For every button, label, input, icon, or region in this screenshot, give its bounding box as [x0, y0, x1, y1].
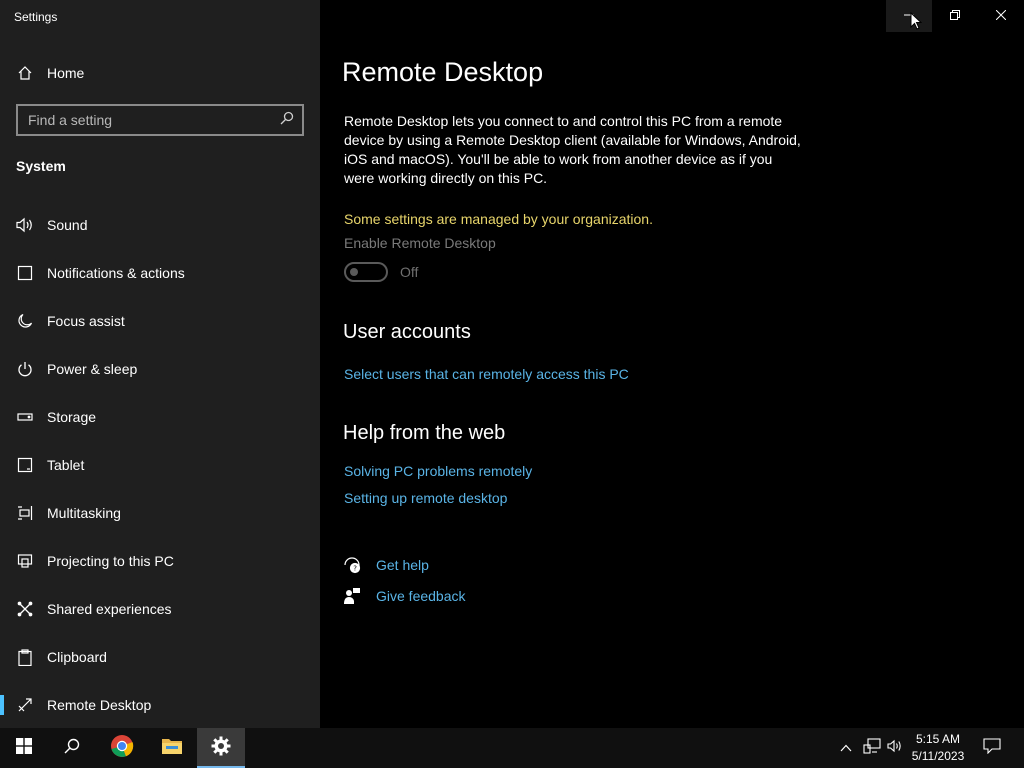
search-box[interactable]	[16, 104, 304, 136]
enable-remote-desktop-toggle[interactable]	[344, 262, 388, 282]
shared-experiences-icon	[16, 600, 34, 618]
chrome-icon	[110, 734, 134, 763]
show-hidden-icons-button[interactable]	[836, 728, 856, 768]
main-content: Remote Desktop Remote Desktop lets you c…	[320, 0, 1024, 728]
minimize-button[interactable]	[886, 0, 932, 32]
mouse-cursor-icon	[910, 11, 923, 35]
sidebar-item-label: Multitasking	[47, 505, 121, 521]
page-title: Remote Desktop	[342, 57, 544, 87]
restore-icon	[950, 7, 960, 25]
get-help-link[interactable]: ? Get help	[342, 555, 429, 575]
sidebar-item-label: Shared experiences	[47, 601, 172, 617]
toggle-state-label: Off	[400, 264, 419, 280]
sidebar: Settings Home System Sound	[0, 0, 320, 728]
sidebar-item-label: Clipboard	[47, 649, 107, 665]
nav-home-label: Home	[47, 65, 85, 81]
clock-date: 5/11/2023	[911, 749, 965, 763]
restore-button[interactable]	[932, 0, 978, 32]
managed-notice: Some settings are managed by your organi…	[344, 211, 653, 227]
clipboard-icon	[16, 648, 34, 666]
clock-time: 5:15 AM	[915, 732, 961, 746]
chevron-up-icon	[840, 739, 852, 757]
start-button[interactable]	[0, 728, 48, 768]
close-icon	[995, 7, 1007, 25]
taskbar-search-button[interactable]	[48, 728, 96, 768]
notification-icon	[983, 737, 1001, 759]
remote-desktop-icon	[16, 696, 34, 714]
file-explorer-taskbar-button[interactable]	[148, 728, 196, 768]
network-icon	[863, 737, 881, 759]
notification-icon	[16, 264, 34, 282]
select-users-link[interactable]: Select users that can remotely access th…	[344, 366, 629, 382]
chrome-taskbar-button[interactable]	[98, 728, 146, 768]
settings-window: Settings Home System Sound	[0, 0, 1024, 728]
sidebar-item-label: Notifications & actions	[47, 265, 185, 281]
sidebar-item-notifications[interactable]: Notifications & actions	[0, 249, 320, 297]
folder-icon	[161, 737, 183, 760]
home-icon	[16, 64, 34, 82]
sidebar-item-multitasking[interactable]: Multitasking	[0, 489, 320, 537]
setting-up-remote-desktop-link[interactable]: Setting up remote desktop	[344, 490, 507, 506]
sidebar-item-label: Power & sleep	[47, 361, 138, 377]
solving-pc-problems-link[interactable]: Solving PC problems remotely	[344, 463, 532, 479]
sidebar-item-focus-assist[interactable]: Focus assist	[0, 297, 320, 345]
get-help-icon: ?	[342, 555, 362, 575]
nav-list: Sound Notifications & actions Focus assi…	[0, 201, 320, 729]
sidebar-item-label: Focus assist	[47, 313, 125, 329]
search-icon[interactable]	[280, 111, 294, 130]
search-input[interactable]	[28, 112, 280, 128]
sidebar-item-shared-experiences[interactable]: Shared experiences	[0, 585, 320, 633]
moon-icon	[16, 312, 34, 330]
user-accounts-heading: User accounts	[343, 321, 471, 343]
nav-home[interactable]: Home	[16, 62, 84, 84]
sidebar-item-storage[interactable]: Storage	[0, 393, 320, 441]
sidebar-item-projecting[interactable]: Projecting to this PC	[0, 537, 320, 585]
caption-buttons	[886, 0, 1024, 32]
give-feedback-link[interactable]: Give feedback	[342, 586, 466, 606]
gear-icon	[211, 736, 231, 761]
projecting-icon	[16, 552, 34, 570]
get-help-label: Get help	[376, 557, 429, 573]
action-center-button[interactable]	[978, 728, 1006, 768]
help-heading: Help from the web	[343, 422, 506, 444]
enable-remote-desktop-label: Enable Remote Desktop	[344, 235, 496, 251]
sidebar-item-label: Sound	[47, 217, 88, 233]
speaker-icon	[16, 216, 34, 234]
feedback-icon	[342, 586, 362, 606]
app-title: Settings	[14, 10, 58, 24]
sidebar-item-power-sleep[interactable]: Power & sleep	[0, 345, 320, 393]
toggle-row: Off	[344, 262, 418, 282]
sidebar-item-label: Remote Desktop	[47, 697, 152, 713]
volume-button[interactable]	[884, 728, 906, 768]
sidebar-item-sound[interactable]: Sound	[0, 201, 320, 249]
give-feedback-label: Give feedback	[376, 588, 466, 604]
storage-icon	[16, 408, 34, 426]
search-icon	[64, 738, 80, 759]
toggle-knob	[350, 268, 358, 276]
sidebar-item-label: Tablet	[47, 457, 85, 473]
system-clock[interactable]: 5:15 AM 5/11/2023	[904, 731, 972, 765]
volume-icon	[887, 739, 903, 758]
sidebar-item-tablet[interactable]: Tablet	[0, 441, 320, 489]
network-button[interactable]	[861, 728, 883, 768]
settings-taskbar-button[interactable]	[197, 728, 245, 768]
svg-text:?: ?	[353, 565, 357, 573]
tablet-icon	[16, 456, 34, 474]
sidebar-item-clipboard[interactable]: Clipboard	[0, 633, 320, 681]
power-icon	[16, 360, 34, 378]
windows-logo-icon	[16, 737, 32, 759]
description-text: Remote Desktop lets you connect to and c…	[344, 113, 801, 186]
sidebar-item-remote-desktop[interactable]: Remote Desktop	[0, 681, 320, 729]
sidebar-item-label: Projecting to this PC	[47, 553, 174, 569]
close-button[interactable]	[978, 0, 1024, 32]
multitasking-icon	[16, 504, 34, 522]
sidebar-item-label: Storage	[47, 409, 97, 425]
section-label-system: System	[16, 158, 66, 174]
taskbar: 5:15 AM 5/11/2023	[0, 728, 1024, 768]
